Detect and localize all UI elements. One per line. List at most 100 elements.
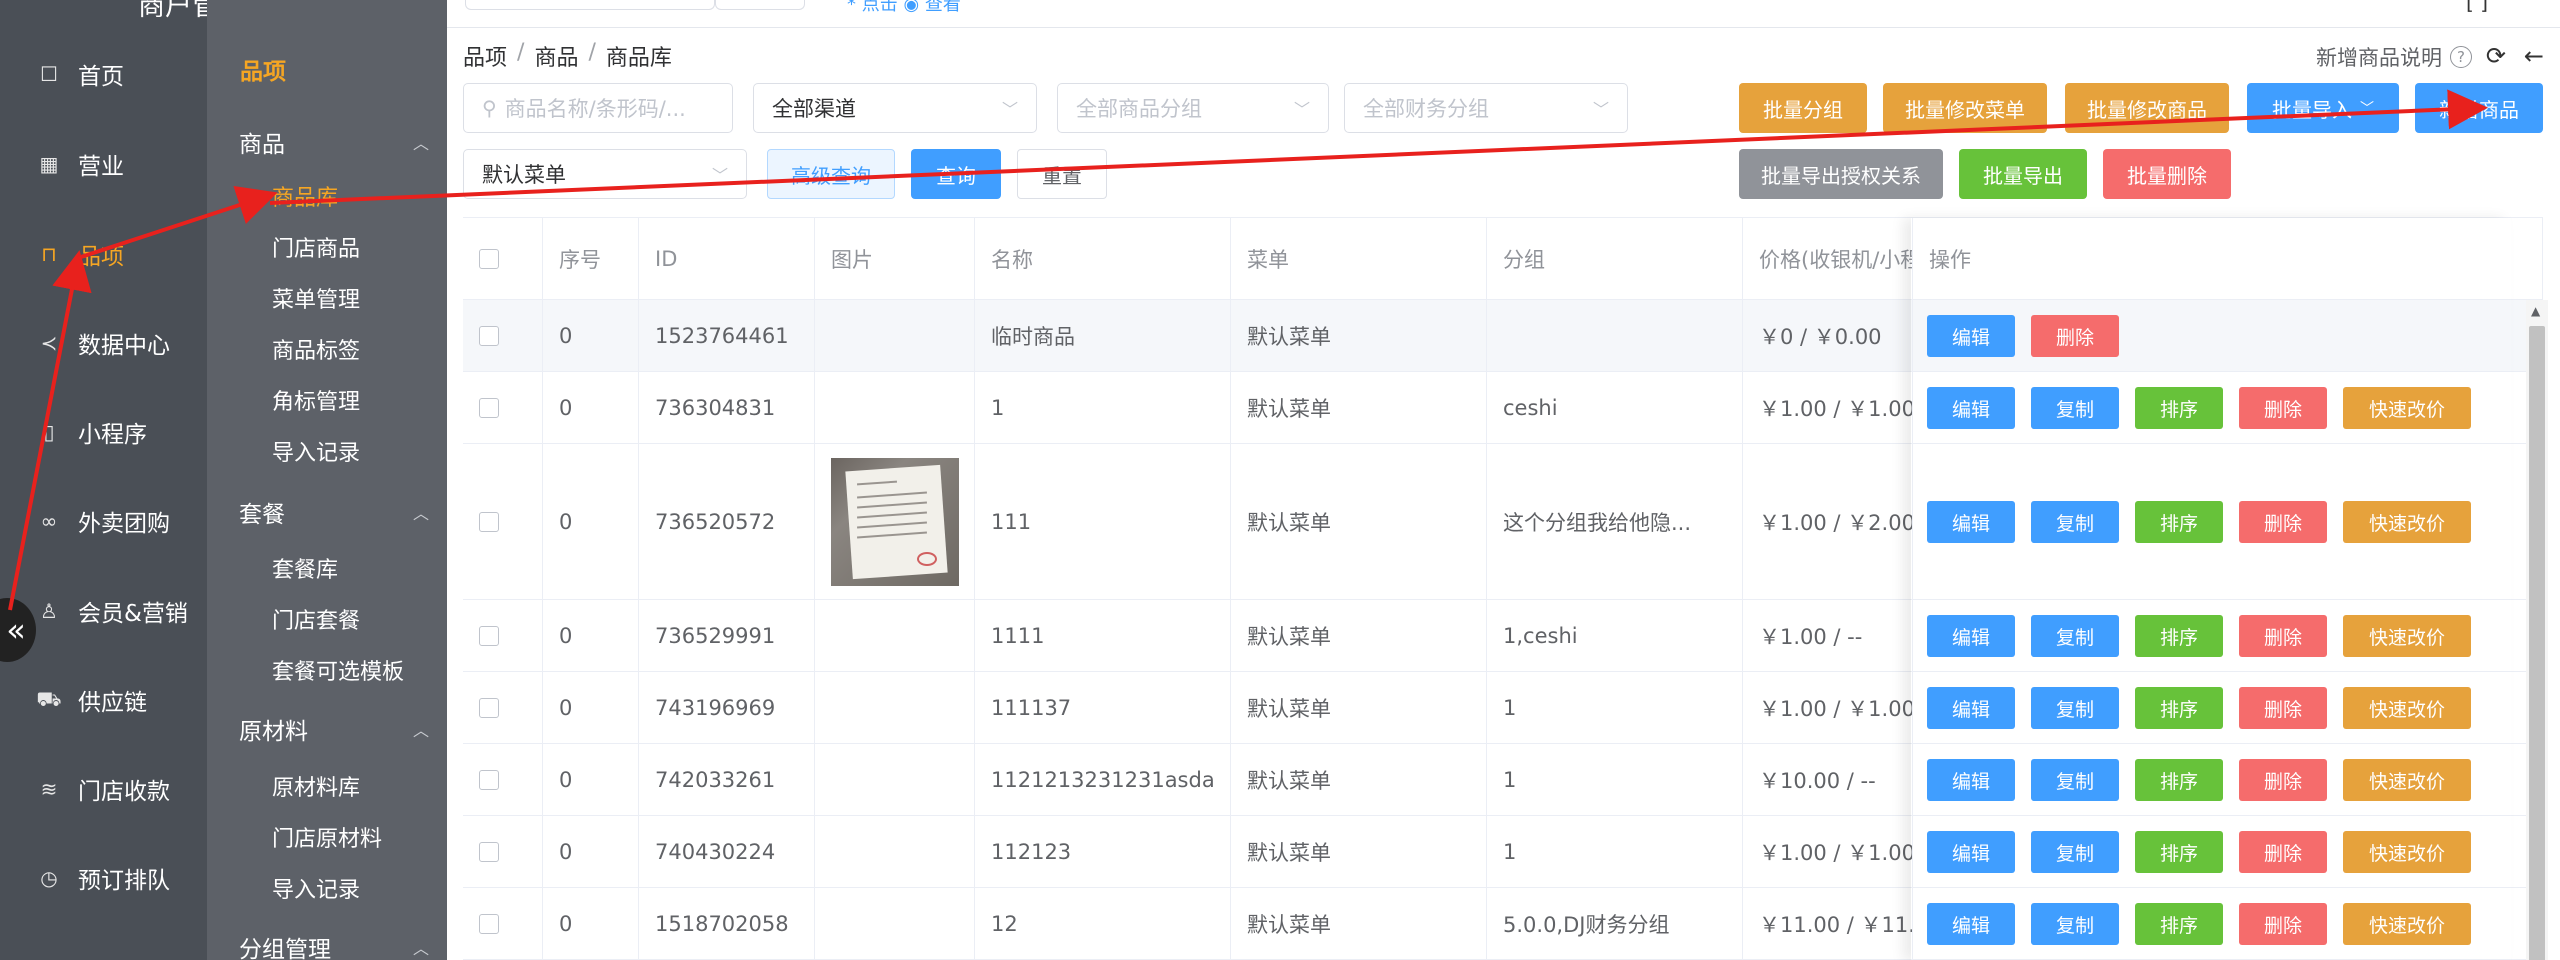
- subnav-item[interactable]: 角标管理: [272, 384, 360, 416]
- edit-button[interactable]: 编辑: [1927, 387, 2015, 429]
- edit-button[interactable]: 编辑: [1927, 315, 2015, 357]
- subnav-group-header[interactable]: 原材料 ︿: [239, 712, 429, 746]
- channel-select[interactable]: 全部渠道 ﹀: [753, 83, 1037, 133]
- sort-button[interactable]: 排序: [2135, 831, 2223, 873]
- copy-button[interactable]: 复制: [2031, 903, 2119, 945]
- quick-price-button[interactable]: 快速改价: [2343, 387, 2471, 429]
- subnav-item[interactable]: 套餐可选模板: [272, 654, 404, 686]
- delete-button[interactable]: 删除: [2239, 759, 2327, 801]
- search-input[interactable]: ⚲ 商品名称/条形码/...: [463, 83, 733, 133]
- edit-button[interactable]: 编辑: [1927, 615, 2015, 657]
- batch-import-button[interactable]: 批量导入 ﹀: [2247, 83, 2399, 133]
- delete-button[interactable]: 删除: [2239, 831, 2327, 873]
- sort-button[interactable]: 排序: [2135, 759, 2223, 801]
- batch-export-button[interactable]: 批量导出: [1959, 149, 2087, 199]
- delete-button[interactable]: 删除: [2239, 501, 2327, 543]
- quick-price-button[interactable]: 快速改价: [2343, 903, 2471, 945]
- edit-button[interactable]: 编辑: [1927, 831, 2015, 873]
- subnav-group-header[interactable]: 商品 ︿: [239, 125, 429, 159]
- batch-edit-menu-button[interactable]: 批量修改菜单: [1883, 83, 2047, 133]
- subnav-item[interactable]: 门店套餐: [272, 603, 360, 635]
- nav-item[interactable]: ∞ 外卖团购: [0, 491, 207, 551]
- table-scrollbar[interactable]: ▲: [2526, 300, 2548, 960]
- image-cell: [815, 888, 975, 959]
- batch-delete-button[interactable]: 批量删除: [2103, 149, 2231, 199]
- subnav-item[interactable]: 菜单管理: [272, 282, 360, 314]
- sort-button[interactable]: 排序: [2135, 687, 2223, 729]
- copy-button[interactable]: 复制: [2031, 501, 2119, 543]
- quick-price-button[interactable]: 快速改价: [2343, 615, 2471, 657]
- goods-group-select[interactable]: 全部商品分组 ﹀: [1057, 83, 1329, 133]
- breadcrumb-item[interactable]: 品项: [463, 40, 507, 72]
- finance-group-select[interactable]: 全部财务分组 ﹀: [1344, 83, 1628, 133]
- nav-item[interactable]: ⛟ 供应链: [0, 670, 207, 730]
- quick-price-button[interactable]: 快速改价: [2343, 831, 2471, 873]
- refresh-icon[interactable]: ⟳: [2486, 42, 2506, 70]
- nav-item[interactable]: ☐ 首页: [0, 44, 207, 104]
- batch-export-auth-button[interactable]: 批量导出授权关系: [1739, 149, 1943, 199]
- subnav-item[interactable]: 导入记录: [272, 872, 360, 904]
- row-checkbox[interactable]: [479, 511, 499, 532]
- select-all-checkbox[interactable]: [479, 249, 499, 269]
- delete-button[interactable]: 删除: [2239, 615, 2327, 657]
- edit-button[interactable]: 编辑: [1927, 759, 2015, 801]
- delete-button[interactable]: 删除: [2239, 903, 2327, 945]
- add-goods-button[interactable]: 新增商品: [2415, 83, 2543, 133]
- batch-group-button[interactable]: 批量分组: [1739, 83, 1867, 133]
- scrollbar-thumb[interactable]: [2529, 326, 2545, 960]
- quick-price-button[interactable]: 快速改价: [2343, 759, 2471, 801]
- batch-edit-goods-button[interactable]: 批量修改商品: [2065, 83, 2229, 133]
- sort-button[interactable]: 排序: [2135, 501, 2223, 543]
- scroll-up-icon[interactable]: ▲: [2531, 304, 2540, 318]
- nav-item[interactable]: ▯ 小程序: [0, 402, 207, 462]
- quick-price-button[interactable]: 快速改价: [2343, 501, 2471, 543]
- copy-button[interactable]: 复制: [2031, 687, 2119, 729]
- row-checkbox[interactable]: [479, 625, 499, 646]
- copy-button[interactable]: 复制: [2031, 759, 2119, 801]
- edit-button[interactable]: 编辑: [1927, 903, 2015, 945]
- sort-button[interactable]: 排序: [2135, 387, 2223, 429]
- reset-button[interactable]: 重置: [1017, 149, 1107, 199]
- query-button[interactable]: 查询: [911, 149, 1001, 199]
- top-select[interactable]: [465, 0, 715, 10]
- fullscreen-icon[interactable]: [ ]: [2466, 0, 2488, 14]
- row-checkbox[interactable]: [479, 697, 499, 718]
- row-checkbox[interactable]: [479, 841, 499, 862]
- subnav-item[interactable]: 导入记录: [272, 435, 360, 467]
- subnav-group-header[interactable]: 分组管理 ︿: [239, 930, 429, 960]
- top-button[interactable]: [715, 0, 805, 10]
- delete-button[interactable]: 删除: [2031, 315, 2119, 357]
- subnav-item[interactable]: 商品库: [272, 180, 338, 212]
- quick-price-button[interactable]: 快速改价: [2343, 687, 2471, 729]
- nav-item[interactable]: ⊓ 品项: [0, 224, 207, 284]
- edit-button[interactable]: 编辑: [1927, 687, 2015, 729]
- subnav-item[interactable]: 套餐库: [272, 552, 338, 584]
- back-arrow-icon[interactable]: ←: [2524, 42, 2544, 70]
- nav-item[interactable]: ≋ 门店收款: [0, 759, 207, 819]
- subnav-item[interactable]: 商品标签: [272, 333, 360, 365]
- subnav-item[interactable]: 门店商品: [272, 231, 360, 263]
- delete-button[interactable]: 删除: [2239, 387, 2327, 429]
- copy-button[interactable]: 复制: [2031, 831, 2119, 873]
- row-checkbox[interactable]: [479, 913, 499, 934]
- copy-button[interactable]: 复制: [2031, 387, 2119, 429]
- edit-button[interactable]: 编辑: [1927, 501, 2015, 543]
- nav-item[interactable]: ◷ 预订排队: [0, 848, 207, 908]
- subnav-group-header[interactable]: 套餐 ︿: [239, 495, 429, 529]
- row-checkbox[interactable]: [479, 397, 499, 418]
- sort-button[interactable]: 排序: [2135, 615, 2223, 657]
- row-checkbox[interactable]: [479, 325, 499, 346]
- sort-button[interactable]: 排序: [2135, 903, 2223, 945]
- help-link[interactable]: 新增商品说明 ?: [2316, 42, 2472, 72]
- product-image[interactable]: [831, 457, 959, 586]
- advanced-query-button[interactable]: 高级查询: [767, 149, 895, 199]
- menu-select[interactable]: 默认菜单 ﹀: [463, 149, 747, 199]
- subnav-item[interactable]: 门店原材料: [272, 821, 382, 853]
- delete-button[interactable]: 删除: [2239, 687, 2327, 729]
- copy-button[interactable]: 复制: [2031, 615, 2119, 657]
- row-checkbox[interactable]: [479, 769, 499, 790]
- nav-item[interactable]: ▦ 营业: [0, 134, 207, 194]
- subnav-item[interactable]: 原材料库: [272, 770, 360, 802]
- nav-item[interactable]: ≺ 数据中心: [0, 313, 207, 373]
- breadcrumb-item[interactable]: 商品: [534, 40, 578, 72]
